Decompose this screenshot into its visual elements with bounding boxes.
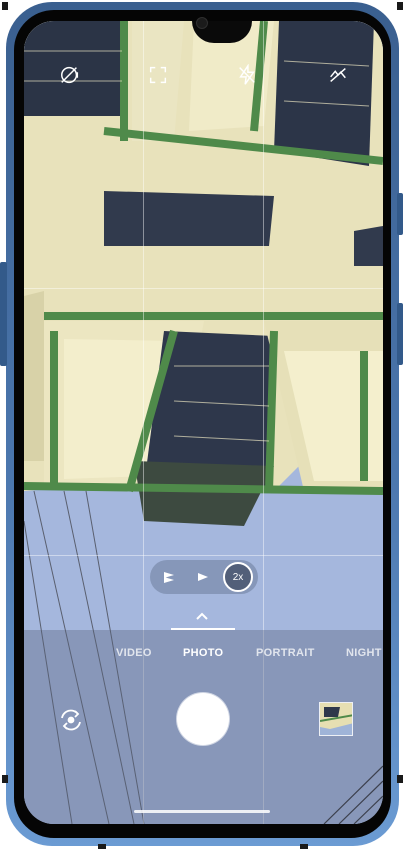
mode-night[interactable]: NIGHT [346,647,382,659]
grid-line-horizontal [24,555,383,556]
zoom-selector: 2x [150,560,258,594]
chevron-up-icon[interactable] [194,611,210,621]
frame-corner [2,775,8,783]
mode-portrait[interactable]: PORTRAIT [256,647,315,659]
ultra-wide-icon[interactable] [154,562,184,592]
aspect-ratio-icon[interactable] [144,61,172,89]
zoom-2x-button[interactable]: 2x [223,562,253,592]
grid-line-horizontal [24,288,383,289]
wide-icon[interactable] [188,562,218,592]
frame-corner [397,775,403,783]
home-indicator[interactable] [134,810,270,813]
shutter-button[interactable] [177,693,229,745]
front-camera-icon [196,17,208,29]
frame-corner [98,844,106,849]
timer-off-icon[interactable] [56,61,84,89]
zoom-2x-label: 2x [232,571,244,583]
frame-corner [397,2,403,10]
flash-auto-icon[interactable] [233,61,261,89]
side-button-left [0,262,7,366]
frame-corner [2,2,8,10]
side-button-right-top [397,193,403,235]
mode-video[interactable]: VIDEO [116,647,152,659]
side-button-right-volume [397,303,403,365]
camera-viewfinder[interactable]: 2x VIDEO PHOTO PORTRAIT NIGHT [24,21,383,824]
mode-indicator [171,628,235,630]
frame-corner [300,844,308,849]
switch-camera-icon[interactable] [56,705,86,735]
hdr-off-icon[interactable] [324,61,352,89]
mode-photo[interactable]: PHOTO [183,647,223,659]
gallery-thumbnail[interactable] [319,702,353,736]
